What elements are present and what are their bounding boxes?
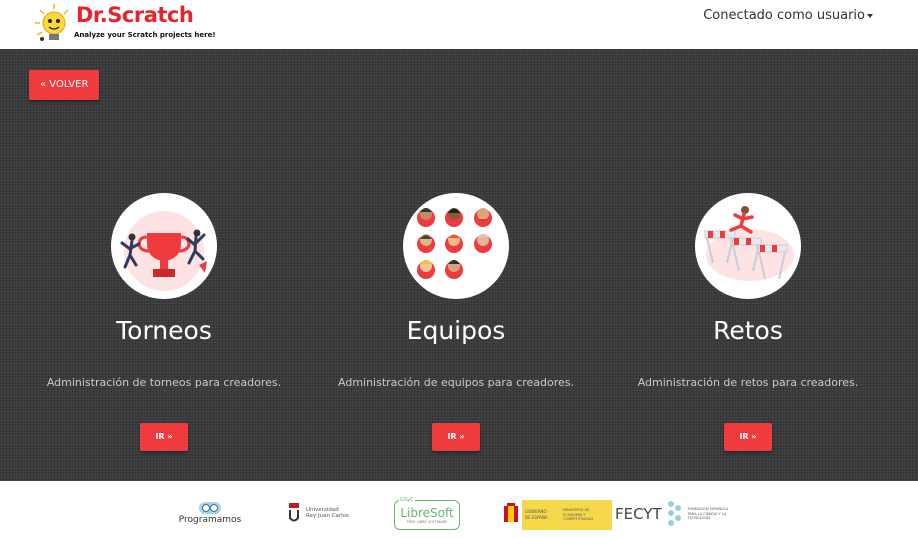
- card-title: Retos: [713, 316, 783, 345]
- card-retos: Retos Administración de retos para cread…: [603, 191, 893, 461]
- fecyt-text: FECYT: [615, 505, 662, 523]
- back-button[interactable]: « VOLVER: [29, 70, 100, 100]
- urjc-icon: [289, 503, 299, 522]
- card-description: Administración de retos para creadores.: [637, 376, 859, 389]
- libresoft-sub: FREE LIBRE SOFTWARE: [406, 520, 448, 524]
- footer-sponsors: Programamos Universidad Rey Juan Carlos …: [0, 481, 918, 538]
- dr-scratch-logo[interactable]: Dr.Scratch Analyze your Scratch projects…: [34, 3, 216, 45]
- card-equipos: Equipos Administración de equipos para c…: [311, 191, 601, 461]
- user-menu-label: Conectado como usuario: [703, 8, 865, 23]
- trophy-icon: [120, 211, 207, 291]
- libresoft-text: LibreSoft: [400, 506, 454, 520]
- card-description: Administración de torneos para creadores…: [46, 376, 282, 389]
- card-image: [403, 193, 509, 299]
- urjc-line2: Rey Juan Carlos: [306, 513, 349, 519]
- card-image: [111, 193, 217, 299]
- urjc-logo[interactable]: Universidad Rey Juan Carlos: [287, 503, 349, 523]
- user-menu-dropdown[interactable]: Conectado como usuario: [703, 8, 873, 23]
- bulb-mascot-icon: [35, 4, 69, 41]
- libresoft-top: GSyC: [399, 497, 415, 503]
- card-description: Administración de equipos para creadores…: [338, 376, 574, 389]
- spain-coat-of-arms-icon: [500, 500, 522, 530]
- programamos-icon: [199, 502, 221, 514]
- ir-equipos-button[interactable]: IR »: [432, 423, 480, 451]
- gobierno-logo[interactable]: GOBIERNO DE ESPAÑA MINISTERIO DE ECONOMÍ…: [500, 500, 612, 530]
- fecyt-dots-icon: [667, 501, 681, 526]
- navbar: Dr.Scratch Analyze your Scratch projects…: [0, 0, 918, 49]
- programamos-text: Programamos: [178, 515, 242, 525]
- card-image: [695, 193, 801, 299]
- card-torneos: Torneos Administración de torneos para c…: [19, 191, 309, 461]
- fecyt-logo[interactable]: FECYT FUNDACIÓN ESPAÑOLA PARA LA CIENCIA…: [615, 499, 732, 529]
- ministerio-text: MINISTERIO DE ECONOMÍA Y COMPETITIVIDAD: [563, 508, 594, 522]
- logo-text: Dr.Scratch: [76, 3, 194, 27]
- card-title: Torneos: [116, 316, 212, 345]
- libresoft-logo[interactable]: GSyC LibreSoft FREE LIBRE SOFTWARE: [394, 497, 460, 530]
- hurdles-icon: [704, 206, 794, 281]
- main-section: « VOLVER Torneos Administración de torne…: [0, 49, 918, 481]
- ir-retos-button[interactable]: IR »: [724, 423, 772, 451]
- logo-tagline: Analyze your Scratch projects here!: [74, 31, 216, 39]
- team-faces-icon: [417, 208, 492, 279]
- ir-torneos-button[interactable]: IR »: [140, 423, 188, 451]
- caret-down-icon: [867, 13, 873, 18]
- programamos-logo[interactable]: Programamos: [177, 501, 243, 525]
- gobierno-line2: DE ESPAÑA: [525, 515, 548, 520]
- card-title: Equipos: [406, 316, 506, 345]
- fecyt-sub: FUNDACIÓN ESPAÑOLA PARA LA CIENCIA Y LA …: [687, 507, 729, 521]
